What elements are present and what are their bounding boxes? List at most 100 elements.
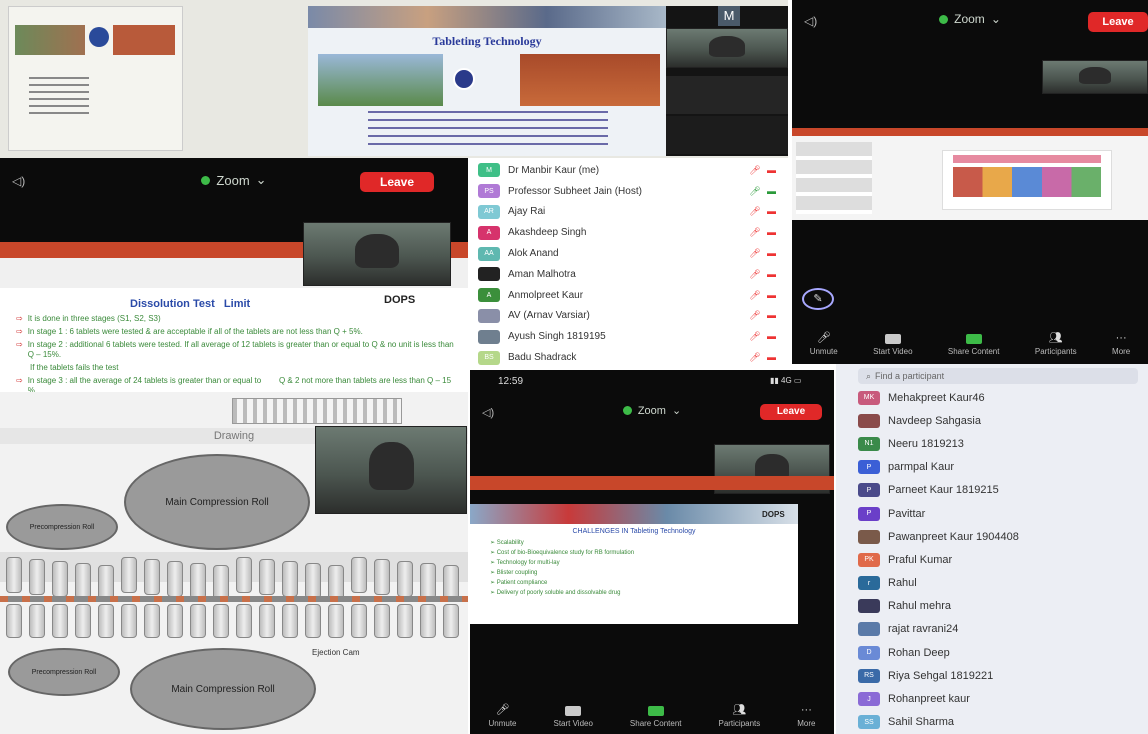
right-participant-row[interactable]: MK Mehakpreet Kaur46 [848,386,1148,409]
bullet-marker-icon: ⇨ [16,314,23,323]
right-participant-row[interactable]: RS Riya Sehgal 1819221 [848,664,1148,687]
share-content-button-2[interactable]: Share Content [630,706,682,728]
gallery-tile-1 [666,76,788,114]
leave-button-2[interactable]: Leave [360,172,434,192]
mic-muted-icon: 🎤︎ ▬ [749,289,778,300]
mini-slide-image [15,25,85,55]
start-video-button-2[interactable]: Start Video [553,706,593,728]
leave-button-3[interactable]: Leave [760,404,822,420]
more-button[interactable]: ··· More [1112,332,1130,356]
mini-slide-text [29,77,89,117]
mid-participant-row[interactable]: Aman Malhotra 🎤︎ ▬ [468,264,788,285]
challenge-list: ➢ Scalability ➢ Cost of bio-Bioequivalenc… [470,539,798,596]
slide-photo-panel: Tableting Technology M [0,0,788,158]
unmute-button[interactable]: 🎤︎ Unmute [810,331,838,356]
arrow-bullet-icon: ➢ [490,550,497,556]
participant-list-right: MK Mehakpreet Kaur46 Navdeep Sahgasia N1 Nee… [848,386,1148,734]
bullet-4: If the tablets fails the test [16,363,461,373]
unmute-label: Unmute [809,347,838,356]
slide-title: Tableting Technology [432,34,542,48]
punch-row-lower [0,604,468,644]
participants-button-2[interactable]: 👥︎ Participants [718,703,760,728]
precompression-roll-bottom: Precompression Roll [8,648,120,696]
bullet-text-4: If the tablets fails the test [30,363,119,372]
mid-participant-row[interactable]: A Anmolpreet Kaur 🎤︎ ▬ [468,285,788,306]
more-button-2[interactable]: ··· More [797,704,815,728]
upper-punch [259,559,275,595]
share-content-button[interactable]: Share Content [948,334,999,356]
right-participant-row[interactable]: Rahul mehra [848,595,1148,618]
zoom-title-2: Zoom [216,172,250,188]
mid-participant-row[interactable]: PS Professor Subheet Jain (Host) 🎤︎ ▬ [468,181,788,202]
lower-punch [374,604,390,638]
participant-avatar: P [858,506,880,521]
mid-participant-row[interactable]: Ayush Singh 1819195 🎤︎ ▬ [468,326,788,347]
start-video-button[interactable]: Start Video [873,334,913,356]
chevron-down-icon-2[interactable]: ⌄ [256,172,267,188]
upper-punch [190,563,206,599]
precompression-roll-bottom-label: Precompression Roll [31,668,97,676]
video-icon [884,334,901,344]
participant-name: Professor Subheet Jain (Host) [508,185,642,197]
challenge-text: Blister coupling [496,570,538,576]
zoom-phone-top-right: ◁) Zoom ⌄ Leave ✎ 🎤︎ Unmute Start Video Sh… [792,0,1148,364]
mid-participant-row[interactable]: AA Alok Anand 🎤︎ ▬ [468,243,788,264]
mid-participant-row[interactable]: M Dr Manbir Kaur (me) 🎤︎ ▬ [468,160,788,181]
leave-button[interactable]: Leave [1088,12,1148,32]
right-participant-row[interactable]: rajat ravrani24 [848,618,1148,641]
ppt-ribbon [792,128,1148,136]
participant-name: Akashdeep Singh [508,227,587,239]
bullet-2: ⇨ In stage 1 : 6 tablets were tested & ar… [16,327,461,337]
right-participant-row[interactable]: D Rohan Deep [848,641,1148,664]
mid-participant-row[interactable]: BS Badu Shadrack 🎤︎ ▬ [468,347,788,368]
right-participant-row[interactable]: Pparmpal Kaur [848,456,1148,479]
participant-avatar: A [478,288,500,303]
mid-participant-row[interactable]: AR Ajay Rai 🎤︎ ▬ [468,202,788,223]
bullet-text-2: In stage 1 : 6 tablets were tested & are… [27,327,363,336]
zoom-shield-icon-2 [201,175,211,185]
right-participant-row[interactable]: J Rohanpreet kaur [848,687,1148,710]
bullet-3: ⇨ In stage 2 : additional 6 tablets were … [16,340,461,360]
bullet-text-5: In stage 3 : all the average of 24 table… [27,376,454,392]
ppt-ribbon-3 [470,476,834,490]
arrow-bullet-icon: ➢ [490,590,497,596]
self-video-thumb [1042,60,1148,94]
share-content-label-2: Share Content [629,719,682,728]
presenter-video-mid [303,222,451,286]
zoom-toolbar-bottom: 🎤︎ Unmute Start Video Share Content 👥︎ Par… [470,700,834,728]
right-participant-row[interactable]: Pawanpreet Kaur 1904408 [848,525,1148,548]
participants-button[interactable]: 👥︎ Participants [1035,331,1077,356]
mic-muted-icon: 🎤︎ ▬ [749,331,778,342]
bullet-text-3: In stage 2 : additional 6 tablets were t… [27,340,454,359]
upper-punch [167,561,183,597]
ejection-cam-label: Ejection Cam [312,648,360,657]
mid-participant-row[interactable]: A Akashdeep Singh 🎤︎ ▬ [468,222,788,243]
zoom-phone-bottom: 12:59 ▮▮ 4G ▭ ◁) Zoom ⌄ Leave DOPS CHALLE… [470,370,834,734]
right-participant-row[interactable]: Navdeep Sahgasia [848,409,1148,432]
upper-punch [75,563,91,599]
mid-participant-row[interactable]: AV (Arnav Varsiar) 🎤︎ ▬ [468,306,788,327]
right-participant-row[interactable]: P Pavittar [848,502,1148,525]
participant-name: Dr Manbir Kaur (me) [508,164,600,176]
upper-punch [305,563,321,599]
zoom-title-3: Zoom [637,404,666,417]
participant-search-field[interactable]: ⌕ Find a participant [858,368,1138,384]
right-participant-row[interactable]: PK Praful Kumar [848,548,1148,571]
chevron-down-icon[interactable]: ⌄ [991,12,1001,26]
right-participant-row[interactable]: SS Sahil Sharma [848,711,1148,734]
right-participant-row[interactable]: r Rahul [848,572,1148,595]
right-participant-row[interactable]: N1 Neeru 1819213 [848,432,1148,455]
upper-punch [29,559,45,595]
zoom-toolbar-top: 🎤︎ Unmute Start Video Share Content 👥︎ Par… [792,330,1148,356]
annotate-button[interactable]: ✎ [802,288,834,310]
participant-avatar: PS [478,184,500,199]
die-table [0,596,468,602]
right-participant-row[interactable]: P Parneet Kaur 1819215 [848,479,1148,502]
unmute-button-2[interactable]: 🎤︎ Unmute [488,703,516,728]
participant-name: AV (Arnav Varsiar) [508,310,590,322]
gallery-tile-2 [666,116,788,154]
lower-punch [351,604,367,638]
chevron-down-icon-3[interactable]: ⌄ [672,404,681,417]
lower-punch [213,604,229,638]
participant-name: parmpal Kaur [888,461,955,474]
